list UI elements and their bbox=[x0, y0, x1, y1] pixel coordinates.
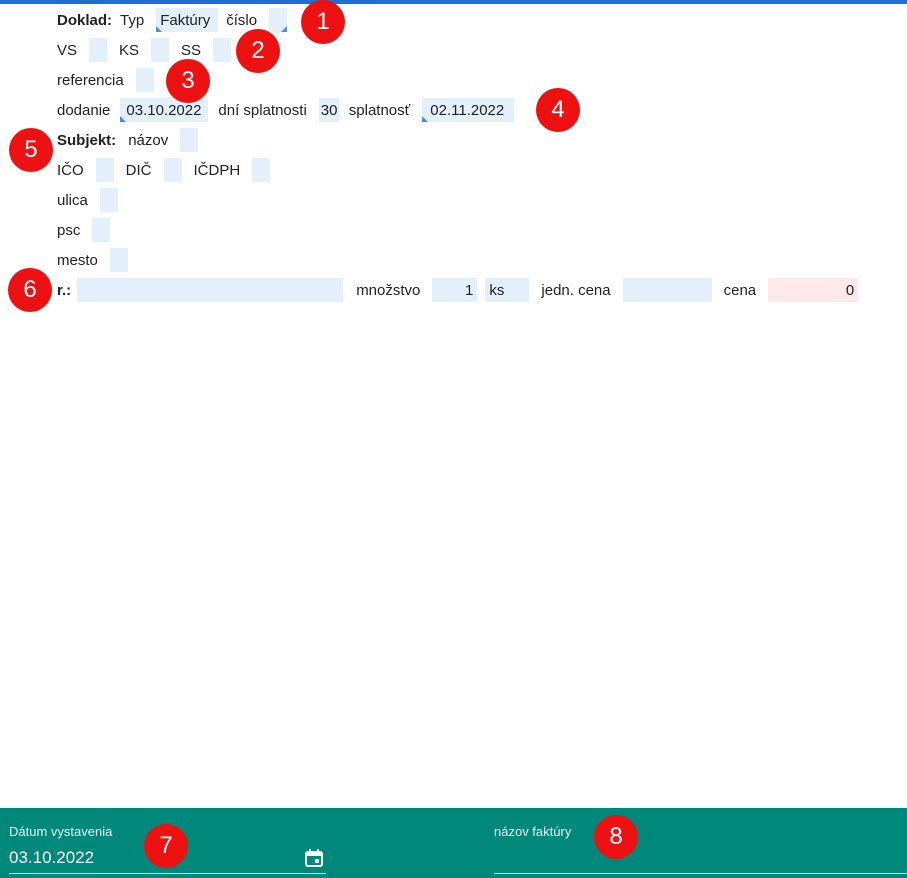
item-row: r.: množstvo 1 ks jedn. cena cena 0 bbox=[57, 277, 868, 303]
mnozstvo-value: 1 bbox=[465, 281, 474, 299]
ulica-label: ulica bbox=[57, 191, 88, 209]
mesto-label: mesto bbox=[57, 251, 98, 269]
psc-field[interactable] bbox=[92, 218, 111, 242]
ks-label: KS bbox=[119, 41, 140, 59]
dates-row: dodanie 03.10.2022 dní splatnosti 30 spl… bbox=[57, 97, 524, 123]
r-label: r.: bbox=[57, 281, 72, 299]
doklad-section-label: Doklad: bbox=[57, 11, 113, 29]
vs-label: VS bbox=[57, 41, 78, 59]
annotation-badge-6: 6 bbox=[8, 268, 52, 312]
invoice-form: Doklad: Typ Faktúry číslo VS KS SS refer… bbox=[0, 0, 907, 808]
nazov-faktury-underline bbox=[494, 873, 907, 874]
annotation-badge-3: 3 bbox=[166, 59, 210, 103]
nazov-faktury-input[interactable] bbox=[494, 848, 907, 870]
dodanie-label: dodanie bbox=[57, 101, 111, 119]
cislo-field[interactable] bbox=[269, 8, 288, 32]
nazov-label: názov bbox=[128, 131, 169, 149]
referencia-label: referencia bbox=[57, 71, 124, 89]
splatnost-label: splatnosť bbox=[348, 101, 411, 119]
datum-vystavenia-label: Dátum vystavenia bbox=[9, 824, 113, 839]
referencia-field[interactable] bbox=[135, 68, 154, 92]
mnozstvo-label: množstvo bbox=[356, 281, 421, 299]
mesto-row: mesto bbox=[57, 247, 138, 273]
icdph-label: IČDPH bbox=[193, 161, 241, 179]
datum-vystavenia-input[interactable]: 03.10.2022 bbox=[9, 848, 94, 868]
unit-field[interactable]: ks bbox=[485, 278, 530, 302]
cena-label: cena bbox=[723, 281, 757, 299]
cena-value: 0 bbox=[845, 281, 855, 299]
ico-label: IČO bbox=[57, 161, 84, 179]
ss-field[interactable] bbox=[213, 38, 232, 62]
ss-label: SS bbox=[181, 41, 202, 59]
jedn-cena-label: jedn. cena bbox=[541, 281, 611, 299]
unit-value: ks bbox=[489, 281, 505, 299]
annotation-badge-5: 5 bbox=[9, 128, 53, 172]
typ-label: Typ bbox=[120, 11, 145, 29]
annotation-badge-1: 1 bbox=[301, 0, 345, 44]
nazov-field[interactable] bbox=[180, 128, 199, 152]
subjekt-row: Subjekt: názov bbox=[57, 127, 208, 153]
annotation-badge-2: 2 bbox=[236, 29, 280, 73]
ulica-field[interactable] bbox=[99, 188, 118, 212]
referencia-row: referencia bbox=[57, 67, 164, 93]
splatnost-field[interactable]: 02.11.2022 bbox=[422, 98, 515, 122]
icdph-field[interactable] bbox=[252, 158, 271, 182]
jedn-cena-field[interactable] bbox=[622, 278, 712, 302]
item-name-field[interactable] bbox=[77, 278, 344, 302]
cislo-label: číslo bbox=[226, 11, 258, 29]
psc-label: psc bbox=[57, 221, 81, 239]
calendar-icon[interactable] bbox=[305, 849, 323, 867]
vs-field[interactable] bbox=[89, 38, 108, 62]
datum-vystavenia-underline bbox=[9, 873, 326, 874]
dni-splatnosti-value: 30 bbox=[320, 101, 338, 119]
subjekt-section-label: Subjekt: bbox=[57, 131, 117, 149]
ids-row: IČO DIČ IČDPH bbox=[57, 157, 280, 183]
typ-value: Faktúry bbox=[160, 11, 211, 29]
ulica-row: ulica bbox=[57, 187, 128, 213]
ks-field[interactable] bbox=[151, 38, 170, 62]
annotation-badge-7: 7 bbox=[144, 824, 188, 868]
mesto-field[interactable] bbox=[109, 248, 128, 272]
splatnost-value: 02.11.2022 bbox=[430, 101, 505, 119]
typ-field[interactable]: Faktúry bbox=[156, 8, 219, 32]
cena-field[interactable]: 0 bbox=[768, 278, 859, 302]
symbols-row: VS KS SS bbox=[57, 37, 241, 63]
psc-row: psc bbox=[57, 217, 120, 243]
dic-field[interactable] bbox=[163, 158, 182, 182]
footer-bar: Dátum vystavenia 03.10.2022 názov faktúr… bbox=[0, 808, 907, 878]
annotation-badge-4: 4 bbox=[536, 88, 580, 132]
dodanie-value: 03.10.2022 bbox=[126, 101, 202, 119]
annotation-badge-8: 8 bbox=[594, 815, 638, 859]
mnozstvo-field[interactable]: 1 bbox=[432, 278, 478, 302]
dic-label: DIČ bbox=[125, 161, 152, 179]
nazov-faktury-label: názov faktúry bbox=[494, 824, 572, 839]
ico-field[interactable] bbox=[95, 158, 114, 182]
dni-splatnosti-label: dní splatnosti bbox=[218, 101, 307, 119]
dni-splatnosti-field[interactable]: 30 bbox=[318, 98, 339, 122]
